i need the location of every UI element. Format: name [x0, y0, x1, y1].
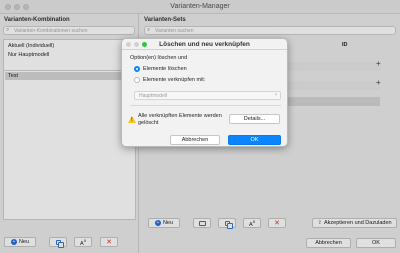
chevron-right-icon: › [275, 92, 277, 98]
warning-exclamation: ! [131, 117, 133, 123]
dialog-cancel-button[interactable]: Abbrechen [170, 135, 220, 145]
dialog-ok-label: OK [250, 137, 259, 143]
radio-delete-elements[interactable] [134, 66, 140, 72]
dialog-ok-button[interactable]: OK [228, 135, 281, 145]
radio-relink-elements[interactable] [134, 77, 140, 83]
delete-relink-dialog: Löschen und neu verknüpfen Option(en) lö… [121, 38, 288, 147]
options-label: Option(en) löschen und [130, 55, 188, 61]
radio-relink-label[interactable]: Elemente verknüpfen mit: [143, 77, 205, 83]
warning-text-line1: Alle verknüpften Elemente werden [138, 113, 222, 119]
relink-target-value: Hauptmodell [139, 93, 168, 99]
radio-delete-label[interactable]: Elemente löschen [143, 66, 187, 72]
dialog-titlebar: Löschen und neu verknüpfen [122, 39, 287, 50]
details-button[interactable]: Details... [229, 114, 280, 124]
warning-text-line2: gelöscht [138, 120, 159, 126]
divider [130, 105, 281, 106]
dialog-cancel-label: Abbrechen [181, 137, 209, 143]
relink-target-select[interactable]: Hauptmodell › [134, 91, 281, 100]
details-label: Details... [243, 116, 266, 122]
dialog-title: Löschen und neu verknüpfen [159, 41, 250, 48]
